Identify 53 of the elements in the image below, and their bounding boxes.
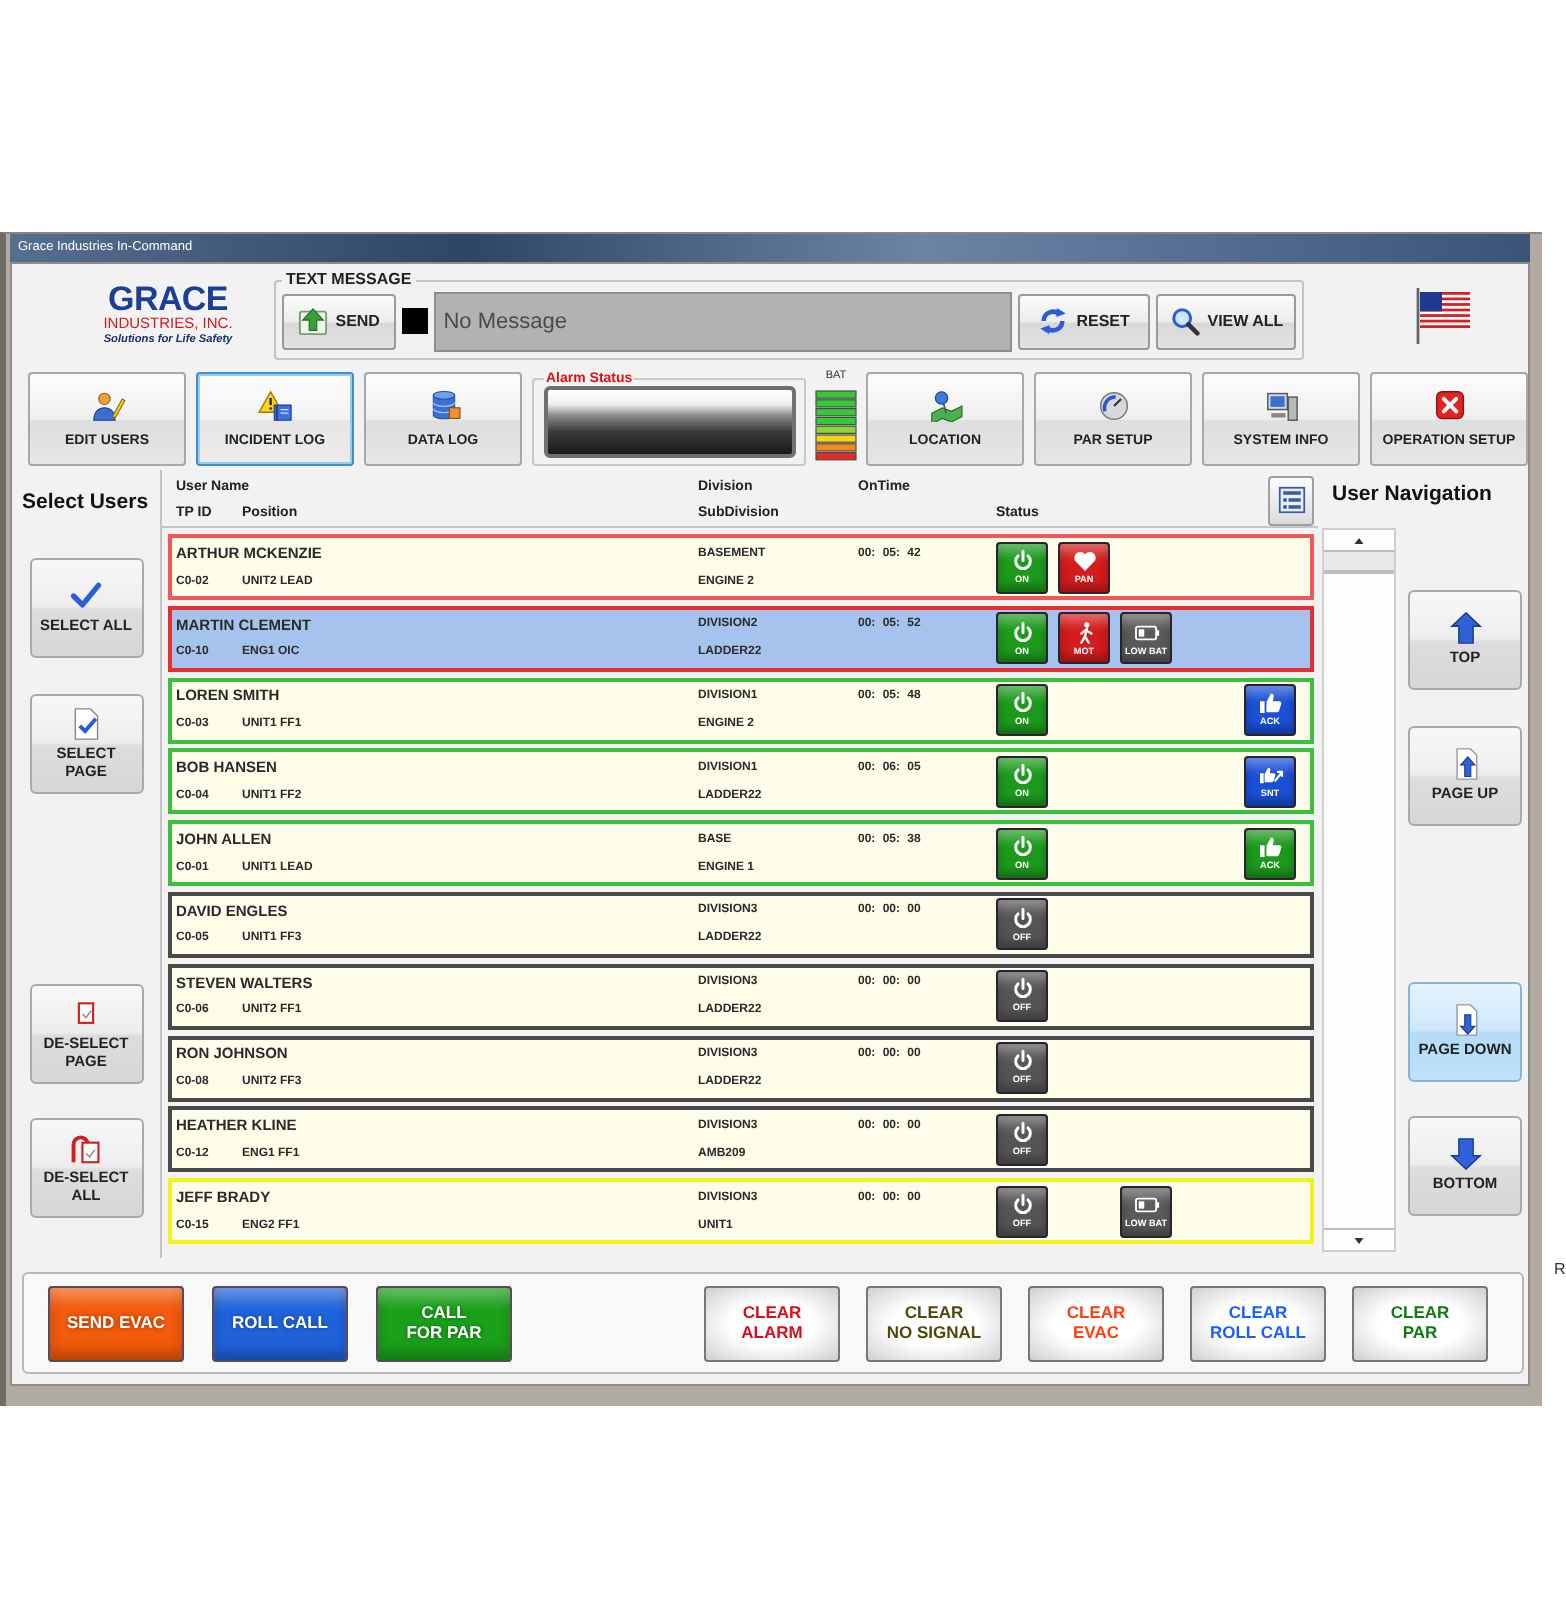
- scrollbar[interactable]: [1322, 528, 1396, 1252]
- warning-book-icon: [257, 390, 293, 422]
- swatch-icon: [401, 308, 428, 334]
- power-icon: [1009, 549, 1035, 572]
- panel-title: User Navigation: [1332, 482, 1492, 508]
- battery-icon: [1133, 1193, 1159, 1216]
- action-button[interactable]: CLEAR ALARM: [704, 1285, 840, 1361]
- user-pencil-icon: [89, 390, 125, 422]
- message-field[interactable]: No Message: [433, 291, 1012, 351]
- battery-icon: [1133, 621, 1159, 643]
- list-icon: [1277, 486, 1305, 514]
- thumbs-up-icon: [1257, 692, 1283, 715]
- action-button[interactable]: CLEAR NO SIGNAL: [866, 1285, 1002, 1361]
- flag-icon: [1412, 286, 1472, 346]
- search-icon: [1169, 306, 1200, 336]
- power-icon: [1009, 835, 1035, 858]
- scroll-up-icon[interactable]: [1354, 537, 1364, 543]
- arrow-down-icon: [1447, 1138, 1483, 1171]
- power-icon: [1009, 978, 1035, 1001]
- panel-label: TEXT MESSAGE: [284, 272, 414, 288]
- logo-wordmark: GRACE: [108, 284, 228, 314]
- heart-icon: [1071, 549, 1097, 572]
- power-icon: [1009, 1122, 1035, 1145]
- action-button[interactable]: CLEAR EVAC: [1028, 1285, 1164, 1361]
- action-button[interactable]: ROLL CALL: [212, 1285, 348, 1361]
- action-button[interactable]: CLEAR ROLL CALL: [1190, 1285, 1326, 1361]
- scroll-down-icon[interactable]: [1354, 1237, 1364, 1243]
- map-pin-icon: [927, 390, 963, 422]
- power-icon: [1009, 1193, 1035, 1216]
- check-icon: [68, 580, 104, 613]
- thumbs-up-arrow-icon: [1257, 764, 1283, 787]
- refresh-icon: [1038, 306, 1069, 336]
- list-view-button[interactable]: [1268, 475, 1314, 525]
- power-icon: [1009, 907, 1035, 930]
- computer-icon: [1263, 390, 1299, 422]
- panel-title: Select Users: [22, 490, 149, 514]
- thumbs-up-icon: [1257, 835, 1283, 858]
- action-button[interactable]: CLEAR PAR: [1352, 1285, 1488, 1361]
- reset-button[interactable]: RESET: [1017, 293, 1151, 349]
- battery-meter-icon: [814, 389, 858, 461]
- x-mark-icon: [1431, 390, 1467, 422]
- power-icon: [1009, 764, 1035, 787]
- page-check-icon: [68, 1131, 104, 1164]
- arrow-up-icon: [1447, 612, 1483, 645]
- gauge-icon: [1095, 390, 1131, 422]
- view-all-button[interactable]: VIEW ALL: [1156, 293, 1297, 349]
- scroll-thumb[interactable]: [1324, 552, 1394, 574]
- power-icon: [1009, 692, 1035, 715]
- power-icon: [1009, 1050, 1035, 1073]
- send-button[interactable]: SEND: [282, 293, 396, 349]
- power-icon: [1009, 621, 1035, 643]
- upload-arrow-icon: [297, 306, 328, 336]
- edge-text: R: [1554, 1262, 1566, 1278]
